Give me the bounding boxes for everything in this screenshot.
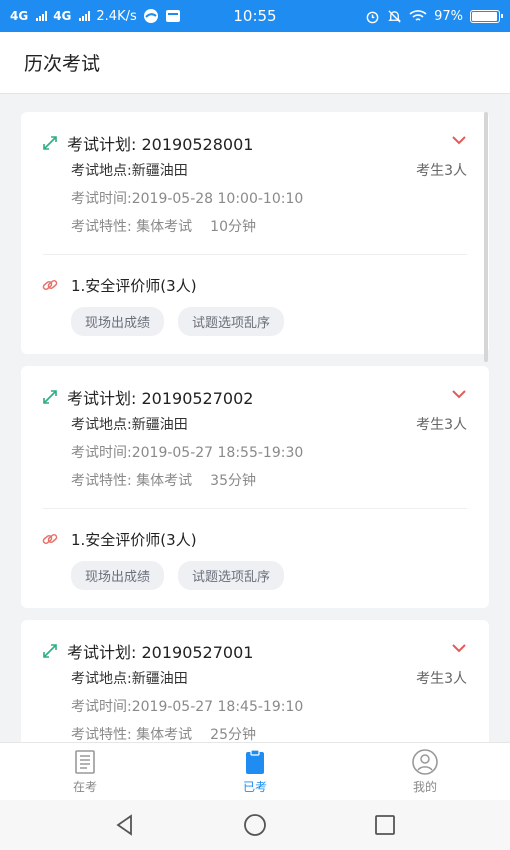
exam-location: 考试地点:新疆油田 [71,417,188,433]
exam-time: 考试时间:2019-05-27 18:55-19:30 [71,445,304,461]
home-icon[interactable] [242,812,268,838]
link-icon [42,533,58,545]
subject-name: 1.安全评价师(3人) [71,276,197,295]
exam-plan: 考试计划: 20190527002 [67,389,254,408]
app-header: 历次考试 [0,32,510,94]
exam-card[interactable]: 考试计划: 20190527002 考试地点:新疆油田 考生3人 考试时间:201… [21,366,489,608]
exam-time: 考试时间:2019-05-28 10:00-10:10 [71,191,304,207]
tag-shuffle-options: 试题选项乱序 [178,561,285,590]
exam-card[interactable]: 考试计划: 20190527001 考试地点:新疆油田 考生3人 考试时间:201… [21,620,489,742]
exam-feature: 考试特性: 集体考试 [71,727,193,742]
battery-percent: 97% [434,8,463,24]
tag-shuffle-options: 试题选项乱序 [178,307,285,336]
candidate-count: 考生3人 [416,671,467,687]
battery-icon [470,9,503,23]
system-nav-bar [0,800,510,850]
exam-feature: 考试特性: 集体考试 [71,219,193,235]
message-icon [165,10,180,22]
expand-arrows-icon [43,390,57,404]
expand-arrows-icon [43,136,57,150]
exam-list[interactable]: 考试计划: 20190528001 考试地点:新疆油田 考生3人 考试时间:201… [0,94,510,742]
app-notification-icon [143,9,158,23]
exam-duration: 10分钟 [210,219,256,235]
candidate-count: 考生3人 [416,163,467,179]
nav-tab-ongoing[interactable]: 在考 [0,743,170,800]
exam-subjects: 1.安全评价师(3人) 现场出成绩 试题选项乱序 [21,255,489,354]
exam-subjects: 1.安全评价师(3人) 现场出成绩 试题选项乱序 [21,509,489,608]
exam-duration: 25分钟 [210,727,256,742]
exam-plan: 考试计划: 20190527001 [67,643,254,662]
nav-label: 在考 [72,780,97,794]
nav-tab-completed[interactable]: 已考 [170,743,340,800]
expand-arrows-icon [43,644,57,658]
exam-time: 考试时间:2019-05-27 18:45-19:10 [71,699,304,715]
chevron-down-icon[interactable] [451,642,467,654]
user-icon [412,749,438,775]
alarm-icon [366,11,379,23]
scrollbar[interactable] [484,112,488,362]
wifi-icon [409,10,427,21]
signal-icon [79,11,91,21]
network-speed: 2.4K/s [96,8,137,24]
tag-instant-score: 现场出成绩 [71,307,165,336]
status-bar: 4G 4G 2.4K/s 10:55 97% [0,0,510,32]
exam-card[interactable]: 考试计划: 20190528001 考试地点:新疆油田 考生3人 考试时间:201… [21,112,489,354]
chevron-down-icon[interactable] [451,388,467,400]
exam-card-summary[interactable]: 考试计划: 20190528001 考试地点:新疆油田 考生3人 考试时间:201… [21,112,489,254]
page-title: 历次考试 [24,53,101,75]
document-list-icon [75,750,95,774]
network-type-1: 4G [10,9,29,23]
signal-icon [36,11,48,21]
tag-instant-score: 现场出成绩 [71,561,165,590]
exam-location: 考试地点:新疆油田 [71,671,188,687]
exam-card-summary[interactable]: 考试计划: 20190527001 考试地点:新疆油田 考生3人 考试时间:201… [21,620,489,742]
bottom-nav: 在考 已考 我的 [0,742,510,800]
recents-icon[interactable] [372,812,398,838]
exam-location: 考试地点:新疆油田 [71,163,188,179]
network-type-2: 4G [53,9,72,23]
exam-duration: 35分钟 [210,473,256,489]
exam-plan: 考试计划: 20190528001 [67,135,254,154]
exam-feature: 考试特性: 集体考试 [71,473,193,489]
nav-tab-mine[interactable]: 我的 [340,743,510,800]
exam-card-summary[interactable]: 考试计划: 20190527002 考试地点:新疆油田 考生3人 考试时间:201… [21,366,489,508]
back-icon[interactable] [112,812,138,838]
chevron-down-icon[interactable] [451,134,467,146]
link-icon [42,279,58,291]
nav-label: 已考 [242,780,267,794]
candidate-count: 考生3人 [416,417,467,433]
nav-label: 我的 [412,780,437,794]
clipboard-icon [246,749,264,774]
mute-icon [388,9,401,23]
subject-name: 1.安全评价师(3人) [71,530,197,549]
